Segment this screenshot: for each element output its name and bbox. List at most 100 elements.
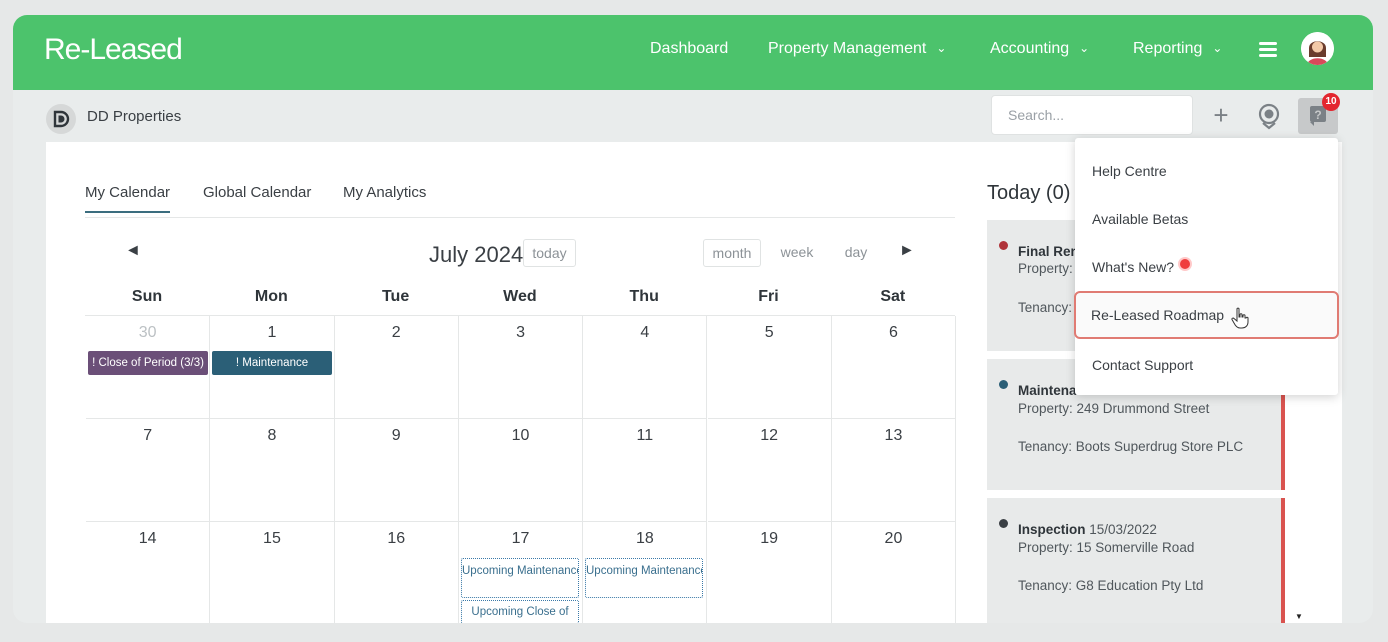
day-cell[interactable]: 5 <box>707 316 832 419</box>
today-item-tenancy: Tenancy: Boots Superdrug Store PLC <box>1018 439 1244 454</box>
day-cell[interactable]: 7 <box>86 419 211 522</box>
org-logo-icon <box>46 104 76 134</box>
help-dropdown-menu: Help Centre Available Betas What's New? … <box>1074 138 1339 395</box>
menu-item-whats-new[interactable]: What's New? <box>1075 243 1338 291</box>
status-dot-icon <box>999 241 1008 250</box>
calendar-title: July 2024 <box>429 242 524 267</box>
calendar-tabs: My Calendar Global Calendar My Analytics <box>85 184 955 218</box>
nav-dashboard[interactable]: Dashboard <box>650 40 728 58</box>
menu-item-roadmap[interactable]: Re-Leased Roadmap <box>1074 291 1339 339</box>
event-upcoming-close[interactable]: Upcoming Close of <box>461 600 579 623</box>
day-cell[interactable]: 14 <box>86 522 211 623</box>
day-cell[interactable]: 2 <box>334 316 459 419</box>
tab-global-calendar[interactable]: Global Calendar <box>203 184 311 211</box>
prev-month-button[interactable]: ◄ <box>125 242 141 260</box>
day-number: 6 <box>888 324 898 341</box>
today-item-property: Property: 15 Somerville Road <box>1018 540 1195 555</box>
day-view-button[interactable]: day <box>831 239 881 267</box>
day-cell[interactable]: 15 <box>210 522 335 623</box>
day-cell[interactable]: 6 <box>831 316 957 419</box>
day-number: 13 <box>884 427 903 444</box>
day-cell[interactable]: 13 <box>831 419 957 522</box>
day-cell[interactable]: 3 <box>458 316 584 419</box>
dow-label: Sun <box>131 288 163 305</box>
dow-label: Wed <box>503 288 537 305</box>
day-cell[interactable]: 12 <box>707 419 832 522</box>
today-item-type: Final Ren <box>1018 244 1079 259</box>
today-item-property: Property: <box>1018 261 1073 276</box>
event-maintenance[interactable]: ! Maintenance <box>212 351 332 375</box>
day-cell[interactable]: 9 <box>334 419 459 522</box>
dow-label: Tue <box>381 288 410 305</box>
add-icon[interactable]: + <box>1209 100 1233 130</box>
day-cell[interactable]: 16 <box>335 522 459 623</box>
day-number: 15 <box>263 530 281 547</box>
day-number: 12 <box>760 427 779 444</box>
dow-label: Thu <box>629 288 659 305</box>
menu-item-label: What's New? <box>1092 259 1175 275</box>
nav-property-management[interactable]: Property Management ⌄ <box>768 40 946 58</box>
day-cell[interactable]: 4 <box>583 316 708 419</box>
search-input[interactable] <box>991 95 1193 135</box>
today-item-type: Maintena <box>1018 383 1077 398</box>
dow-label: Mon <box>254 288 288 305</box>
day-number: 20 <box>884 530 903 547</box>
scroll-down-icon[interactable]: ▼ <box>1295 612 1303 621</box>
hamburger-icon[interactable] <box>1259 42 1279 58</box>
day-number: 14 <box>138 530 157 547</box>
menu-item-label: Re-Leased Roadmap <box>1091 307 1225 323</box>
today-item-type: Inspection <box>1018 522 1086 537</box>
week-view-button[interactable]: week <box>769 239 825 267</box>
top-navbar: Re-Leased Dashboard Property Management ⌄… <box>13 15 1373 90</box>
user-avatar[interactable] <box>1301 32 1334 65</box>
new-indicator-icon <box>1180 259 1191 269</box>
calendar-weeks: 30 1 2 3 4 5 6 7 8 9 10 11 12 13 14 15 1… <box>85 315 957 623</box>
tab-my-analytics[interactable]: My Analytics <box>343 184 426 211</box>
day-cell[interactable]: 11 <box>583 419 708 522</box>
menu-item-available-betas[interactable]: Available Betas <box>1075 195 1338 243</box>
chevron-down-icon: ⌄ <box>936 41 947 55</box>
day-number: 10 <box>511 427 530 444</box>
nav-accounting-label: Accounting <box>990 40 1070 57</box>
menu-item-label: Available Betas <box>1092 211 1189 227</box>
brand-logo[interactable]: Re-Leased <box>44 33 183 67</box>
today-item-tenancy: Tenancy: G8 Education Pty Ltd <box>1018 578 1204 593</box>
status-dot-icon <box>999 519 1008 528</box>
event-close-of-period[interactable]: ! Close of Period (3/3) <box>88 351 208 375</box>
today-item-tenancy: Tenancy: <box>1018 300 1073 315</box>
day-cell[interactable]: 20 <box>832 522 957 623</box>
event-upcoming-maintenance[interactable]: Upcoming Maintenance <box>461 558 579 598</box>
svg-text:?: ? <box>1314 108 1321 122</box>
day-cell[interactable]: 10 <box>458 419 584 522</box>
org-name[interactable]: DD Properties <box>87 108 181 125</box>
hand-pointer-icon <box>1231 307 1249 329</box>
menu-item-label: Contact Support <box>1092 357 1194 373</box>
next-month-button[interactable]: ► <box>899 242 915 260</box>
day-number: 8 <box>267 427 277 444</box>
nav-reporting[interactable]: Reporting ⌄ <box>1133 40 1222 58</box>
nav-accounting[interactable]: Accounting ⌄ <box>990 40 1089 58</box>
day-number: 17 <box>511 530 530 547</box>
nav-reporting-label: Reporting <box>1133 40 1203 57</box>
chevron-down-icon: ⌄ <box>1212 41 1223 55</box>
today-item-date: 15/03/2022 <box>1089 522 1157 537</box>
day-number: 7 <box>143 427 153 444</box>
chevron-down-icon: ⌄ <box>1079 41 1090 55</box>
dow-label: Fri <box>758 288 779 305</box>
today-button[interactable]: today <box>523 239 576 267</box>
day-number: 30 <box>138 324 157 341</box>
event-upcoming-maintenance[interactable]: Upcoming Maintenance <box>585 558 703 598</box>
menu-item-contact-support[interactable]: Contact Support <box>1075 341 1338 389</box>
day-number: 9 <box>391 427 401 444</box>
app-frame: Re-Leased Dashboard Property Management ⌄… <box>13 15 1373 623</box>
today-item-property: Property: 249 Drummond Street <box>1018 401 1210 416</box>
month-view-button[interactable]: month <box>703 239 761 267</box>
day-cell[interactable]: 19 <box>708 522 832 623</box>
today-item[interactable]: Inspection 15/03/2022 Property: 15 Somer… <box>987 498 1285 623</box>
day-number: 18 <box>635 530 654 547</box>
tab-my-calendar[interactable]: My Calendar <box>85 184 171 213</box>
day-cell[interactable]: 8 <box>210 419 335 522</box>
support-chat-icon[interactable] <box>1254 101 1284 131</box>
menu-item-help-centre[interactable]: Help Centre <box>1075 147 1338 195</box>
day-number: 16 <box>387 530 406 547</box>
